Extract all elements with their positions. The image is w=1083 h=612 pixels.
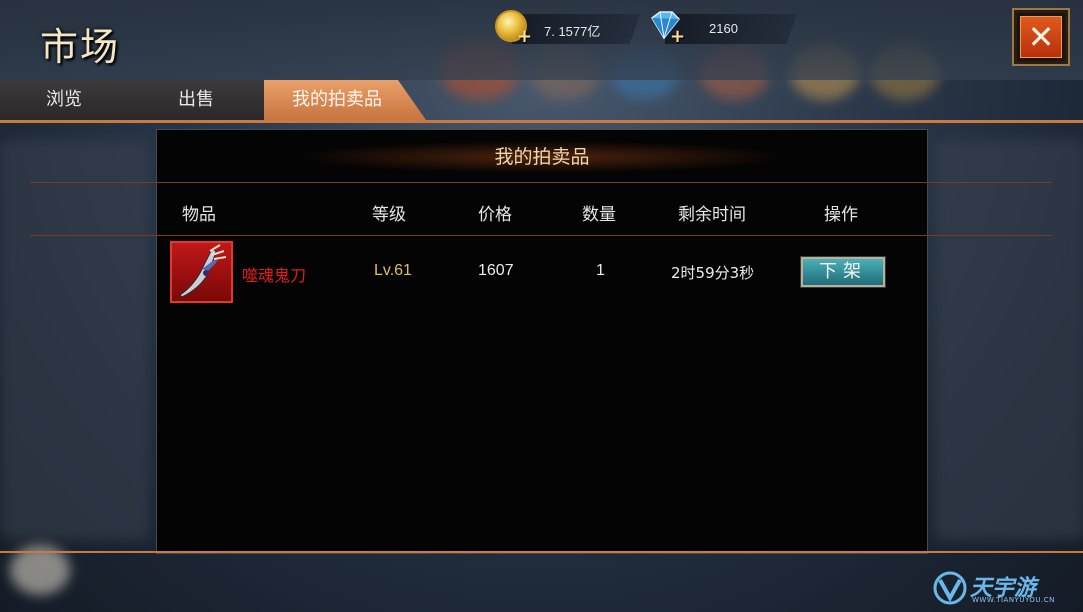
item-price: 1607 bbox=[478, 262, 514, 279]
column-header-price: 价格 bbox=[478, 205, 512, 225]
gold-value: 7. 1577亿 bbox=[544, 24, 601, 39]
page-title: 市场 bbox=[40, 25, 121, 69]
sword-icon-graphic bbox=[179, 244, 227, 298]
tab-underline bbox=[0, 120, 1083, 123]
panel-title: 我的拍卖品 bbox=[156, 132, 928, 182]
top-bar: 市场 7. 1577亿 + 2160 + ✕ bbox=[0, 0, 1083, 80]
gem-value: 2160 bbox=[709, 21, 738, 36]
tab-my-auctions[interactable]: 我的拍卖品 bbox=[264, 80, 426, 120]
tab-bar: 浏览 出售 我的拍卖品 bbox=[0, 80, 1083, 122]
item-time-left: 2时59分3秒 bbox=[671, 264, 755, 282]
watermark-logo-icon bbox=[933, 571, 967, 605]
sword-icon[interactable] bbox=[170, 241, 233, 303]
watermark: 天宇游 WWW.TIANYUYOU.CN bbox=[930, 568, 1080, 608]
header-divider bbox=[30, 235, 1052, 236]
item-quantity: 1 bbox=[596, 262, 605, 279]
column-header-item: 物品 bbox=[182, 205, 216, 225]
column-header-action: 操作 bbox=[824, 205, 858, 225]
column-header-time-left: 剩余时间 bbox=[678, 205, 746, 225]
item-level: Lv.61 bbox=[374, 262, 412, 279]
auction-panel bbox=[156, 129, 928, 554]
bottom-divider bbox=[0, 551, 1083, 553]
header-divider bbox=[30, 182, 1052, 183]
add-gold-icon[interactable]: + bbox=[517, 28, 532, 46]
close-button[interactable]: ✕ bbox=[1012, 8, 1070, 66]
column-header-level: 等级 bbox=[372, 205, 406, 225]
bg-decoration bbox=[0, 140, 150, 540]
bg-decoration bbox=[935, 140, 1083, 540]
market-screen: 市场 7. 1577亿 + 2160 + ✕ 浏览 出售 我的拍卖品 我的拍卖品… bbox=[0, 0, 1083, 612]
item-name: 噬魂鬼刀 bbox=[242, 266, 307, 285]
add-gem-icon[interactable]: + bbox=[670, 28, 685, 46]
unlist-button[interactable]: 下架 bbox=[801, 257, 885, 287]
watermark-url: WWW.TIANYUYOU.CN bbox=[972, 596, 1055, 604]
close-icon: ✕ bbox=[1020, 16, 1062, 58]
column-header-quantity: 数量 bbox=[582, 205, 616, 225]
